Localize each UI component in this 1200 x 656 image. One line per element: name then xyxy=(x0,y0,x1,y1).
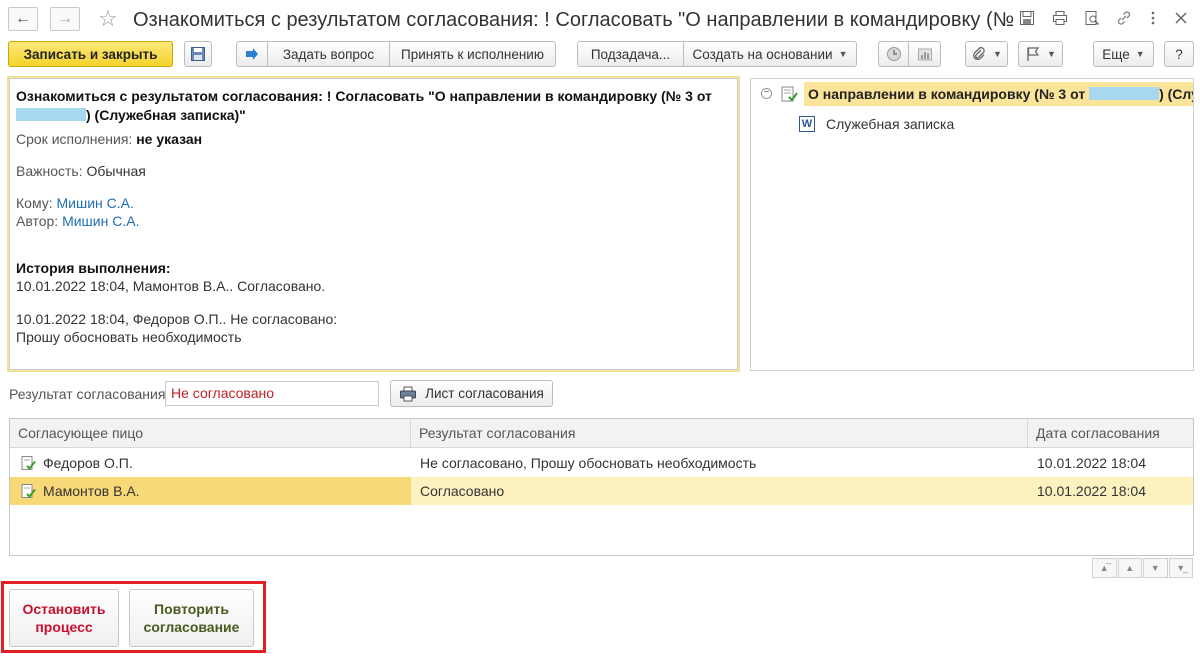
more-vertical-icon[interactable] xyxy=(1144,9,1162,27)
chevron-down-icon: ▼ xyxy=(838,49,848,59)
window-title: Ознакомиться с результатом согласования:… xyxy=(133,9,1013,31)
chevron-down-icon: ▼ xyxy=(993,49,1002,59)
report-button[interactable] xyxy=(909,41,941,67)
chevron-down-icon: ▼ xyxy=(1047,49,1056,59)
scroll-bottom-icon[interactable]: ▼̲ xyxy=(1168,558,1193,578)
more-label: Еще xyxy=(1102,46,1130,62)
chart-icon xyxy=(917,48,932,61)
result-field[interactable]: Не согласовано xyxy=(165,381,379,406)
result-label: Результат согласования: xyxy=(9,386,170,402)
history-title: История выполнения: xyxy=(16,260,171,276)
approvers-table: Согласующее пицо Результат согласования … xyxy=(9,418,1194,556)
deadline-row: Срок исполнения: не указан xyxy=(16,131,203,147)
task-title: Ознакомиться с результатом согласования:… xyxy=(16,88,712,123)
document-tree: − О направлении в командировку (№ 3 от )… xyxy=(750,78,1194,371)
approval-doc-icon xyxy=(21,456,36,471)
help-button[interactable]: ? xyxy=(1164,41,1194,67)
author-link[interactable]: Мишин С.А. xyxy=(62,213,139,229)
document-approved-icon xyxy=(781,86,798,102)
recipient-row: Кому: Мишин С.А. xyxy=(16,195,134,211)
printer-icon xyxy=(400,386,417,401)
history-entry: 10.01.2022 18:04, Мамонтов В.А.. Согласо… xyxy=(16,278,326,294)
column-header-person[interactable]: Согласующее пицо xyxy=(10,419,411,448)
table-row[interactable]: Федоров О.П. Не согласовано, Прошу обосн… xyxy=(10,449,1193,477)
link-icon[interactable] xyxy=(1115,9,1133,27)
redacted-date xyxy=(16,108,86,121)
importance-row: Важность: Обычная xyxy=(16,163,146,179)
history-button[interactable] xyxy=(878,41,909,67)
arrow-right-icon: → xyxy=(57,10,73,27)
attachments-button[interactable]: ▼ xyxy=(965,41,1008,67)
history-entry: Прошу обосновать необходимость xyxy=(16,329,242,345)
approval-doc-icon xyxy=(21,484,36,499)
forward-button[interactable]: → xyxy=(50,7,80,31)
approval-sheet-button[interactable]: Лист согласования xyxy=(390,380,553,407)
table-row[interactable]: Мамонтов В.А. Согласовано 10.01.2022 18:… xyxy=(10,477,1193,505)
preview-icon[interactable] xyxy=(1083,9,1101,27)
clock-icon xyxy=(886,47,901,61)
chevron-down-icon: ▼ xyxy=(1135,49,1145,59)
word-document-icon: W xyxy=(799,116,815,132)
more-button[interactable]: Еще ▼ xyxy=(1093,41,1154,67)
back-button[interactable]: ← xyxy=(8,7,38,31)
history-entry: 10.01.2022 18:04, Федоров О.П.. Не согла… xyxy=(16,311,338,327)
table-scroll-controls: ▲̅ ▲ ▼ ▼̲ xyxy=(1092,558,1194,578)
column-header-date[interactable]: Дата согласования xyxy=(1028,419,1193,448)
author-row: Автор: Мишин С.А. xyxy=(16,213,140,229)
arrow-left-icon: ← xyxy=(15,10,31,27)
table-header: Согласующее пицо Результат согласования … xyxy=(10,419,1193,448)
save-close-button[interactable]: Записать и закрыть xyxy=(8,41,173,67)
create-based-button[interactable]: Создать на основании ▼ xyxy=(684,41,857,67)
print-icon[interactable] xyxy=(1051,9,1069,27)
scroll-down-icon[interactable]: ▼ xyxy=(1143,558,1168,578)
tree-item-memo[interactable]: Служебная записка xyxy=(826,116,954,132)
scroll-up-icon[interactable]: ▲ xyxy=(1117,558,1142,578)
save-button[interactable] xyxy=(184,41,212,67)
flag-icon xyxy=(1027,47,1040,61)
forward-task-button[interactable] xyxy=(236,41,268,67)
arrow-forward-icon xyxy=(246,48,258,60)
stop-process-button[interactable]: Остановить процесс xyxy=(9,589,119,647)
ask-question-button[interactable]: Задать вопрос xyxy=(268,41,390,67)
task-description-panel: Ознакомиться с результатом согласования:… xyxy=(7,76,740,372)
create-based-label: Создать на основании xyxy=(692,46,833,62)
column-header-result[interactable]: Результат согласования xyxy=(411,419,1028,448)
scroll-top-icon[interactable]: ▲̅ xyxy=(1092,558,1117,578)
close-icon[interactable] xyxy=(1172,9,1190,27)
repeat-approval-button[interactable]: Повторить согласование xyxy=(129,589,254,647)
star-icon[interactable]: ☆ xyxy=(98,6,118,32)
accept-button[interactable]: Принять к исполнению xyxy=(390,41,556,67)
subtask-button[interactable]: Подзадача... xyxy=(577,41,684,67)
floppy-icon xyxy=(191,47,205,61)
paperclip-icon xyxy=(973,47,985,60)
tree-item-root[interactable]: − О направлении в командировку (№ 3 от )… xyxy=(751,82,1193,106)
save-icon[interactable] xyxy=(1018,9,1036,27)
redacted-date xyxy=(1089,87,1160,100)
title-bar: ← → ☆ Ознакомиться с результатом согласо… xyxy=(0,0,1200,38)
recipient-link[interactable]: Мишин С.А. xyxy=(57,195,134,211)
collapse-icon[interactable]: − xyxy=(761,88,772,99)
flag-button[interactable]: ▼ xyxy=(1018,41,1063,67)
